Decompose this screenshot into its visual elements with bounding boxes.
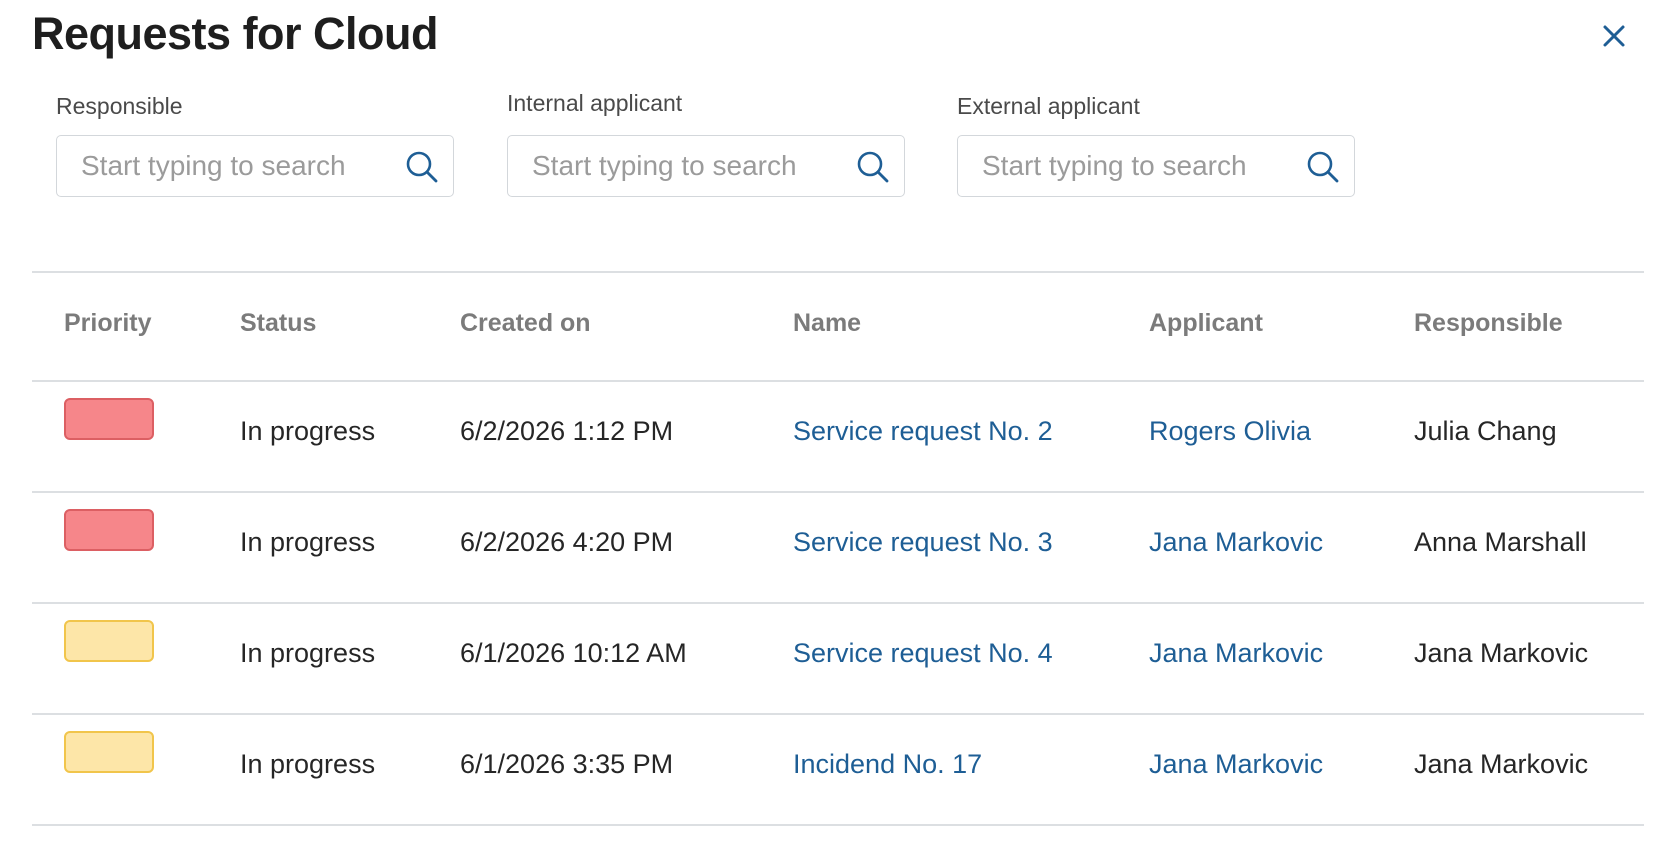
row-divider xyxy=(32,713,1644,715)
dialog-title: Requests for Cloud xyxy=(32,8,439,59)
filter-label: Internal applicant xyxy=(507,90,683,116)
search-icon[interactable] xyxy=(1306,150,1340,184)
status-cell: In progress xyxy=(240,527,376,557)
created-on-cell: 6/1/2026 3:35 PM xyxy=(460,749,674,779)
responsible-cell: Jana Markovic xyxy=(1414,638,1589,668)
priority-indicator-medium xyxy=(64,731,154,773)
applicant-link[interactable]: Rogers Olivia xyxy=(1149,416,1311,447)
column-header-name[interactable]: Name xyxy=(793,309,861,338)
request-name-link[interactable]: Incidend No. 17 xyxy=(793,749,982,780)
table-header-divider xyxy=(32,380,1644,382)
created-on-cell: 6/2/2026 4:20 PM xyxy=(460,527,674,557)
filter-internal-applicant: Internal applicant xyxy=(507,90,907,197)
filter-label: Responsible xyxy=(56,93,183,119)
row-divider xyxy=(32,602,1644,604)
responsible-cell: Jana Markovic xyxy=(1414,749,1589,779)
filter-responsible: Responsible xyxy=(56,93,456,197)
column-header-created-on[interactable]: Created on xyxy=(460,309,591,338)
status-cell: In progress xyxy=(240,416,376,446)
column-header-status[interactable]: Status xyxy=(240,309,316,338)
applicant-link[interactable]: Jana Markovic xyxy=(1149,638,1323,669)
created-on-cell: 6/2/2026 1:12 PM xyxy=(460,416,674,446)
status-cell: In progress xyxy=(240,638,376,668)
external-applicant-search-field[interactable] xyxy=(957,135,1355,197)
search-icon[interactable] xyxy=(856,150,890,184)
applicant-link[interactable]: Jana Markovic xyxy=(1149,749,1323,780)
filter-label: External applicant xyxy=(957,93,1140,119)
external-applicant-search-input[interactable] xyxy=(982,136,1282,196)
responsible-cell: Anna Marshall xyxy=(1414,527,1587,557)
priority-indicator-high xyxy=(64,509,154,551)
filter-external-applicant: External applicant xyxy=(957,93,1357,197)
created-on-cell: 6/1/2026 10:12 AM xyxy=(460,638,687,668)
responsible-search-field[interactable] xyxy=(56,135,454,197)
request-name-link[interactable]: Service request No. 4 xyxy=(793,638,1053,669)
column-header-responsible[interactable]: Responsible xyxy=(1414,309,1563,338)
applicant-link[interactable]: Jana Markovic xyxy=(1149,527,1323,558)
column-header-priority[interactable]: Priority xyxy=(64,309,152,338)
responsible-cell: Julia Chang xyxy=(1414,416,1557,446)
request-name-link[interactable]: Service request No. 3 xyxy=(793,527,1053,558)
table-top-divider xyxy=(32,271,1644,273)
responsible-search-input[interactable] xyxy=(81,136,381,196)
status-cell: In progress xyxy=(240,749,376,779)
row-divider xyxy=(32,491,1644,493)
close-icon xyxy=(1603,25,1625,47)
internal-applicant-search-field[interactable] xyxy=(507,135,905,197)
request-name-link[interactable]: Service request No. 2 xyxy=(793,416,1053,447)
priority-indicator-medium xyxy=(64,620,154,662)
column-header-applicant[interactable]: Applicant xyxy=(1149,309,1263,338)
priority-indicator-high xyxy=(64,398,154,440)
row-divider xyxy=(32,824,1644,826)
close-button[interactable] xyxy=(1598,20,1630,52)
internal-applicant-search-input[interactable] xyxy=(532,136,832,196)
search-icon[interactable] xyxy=(405,150,439,184)
